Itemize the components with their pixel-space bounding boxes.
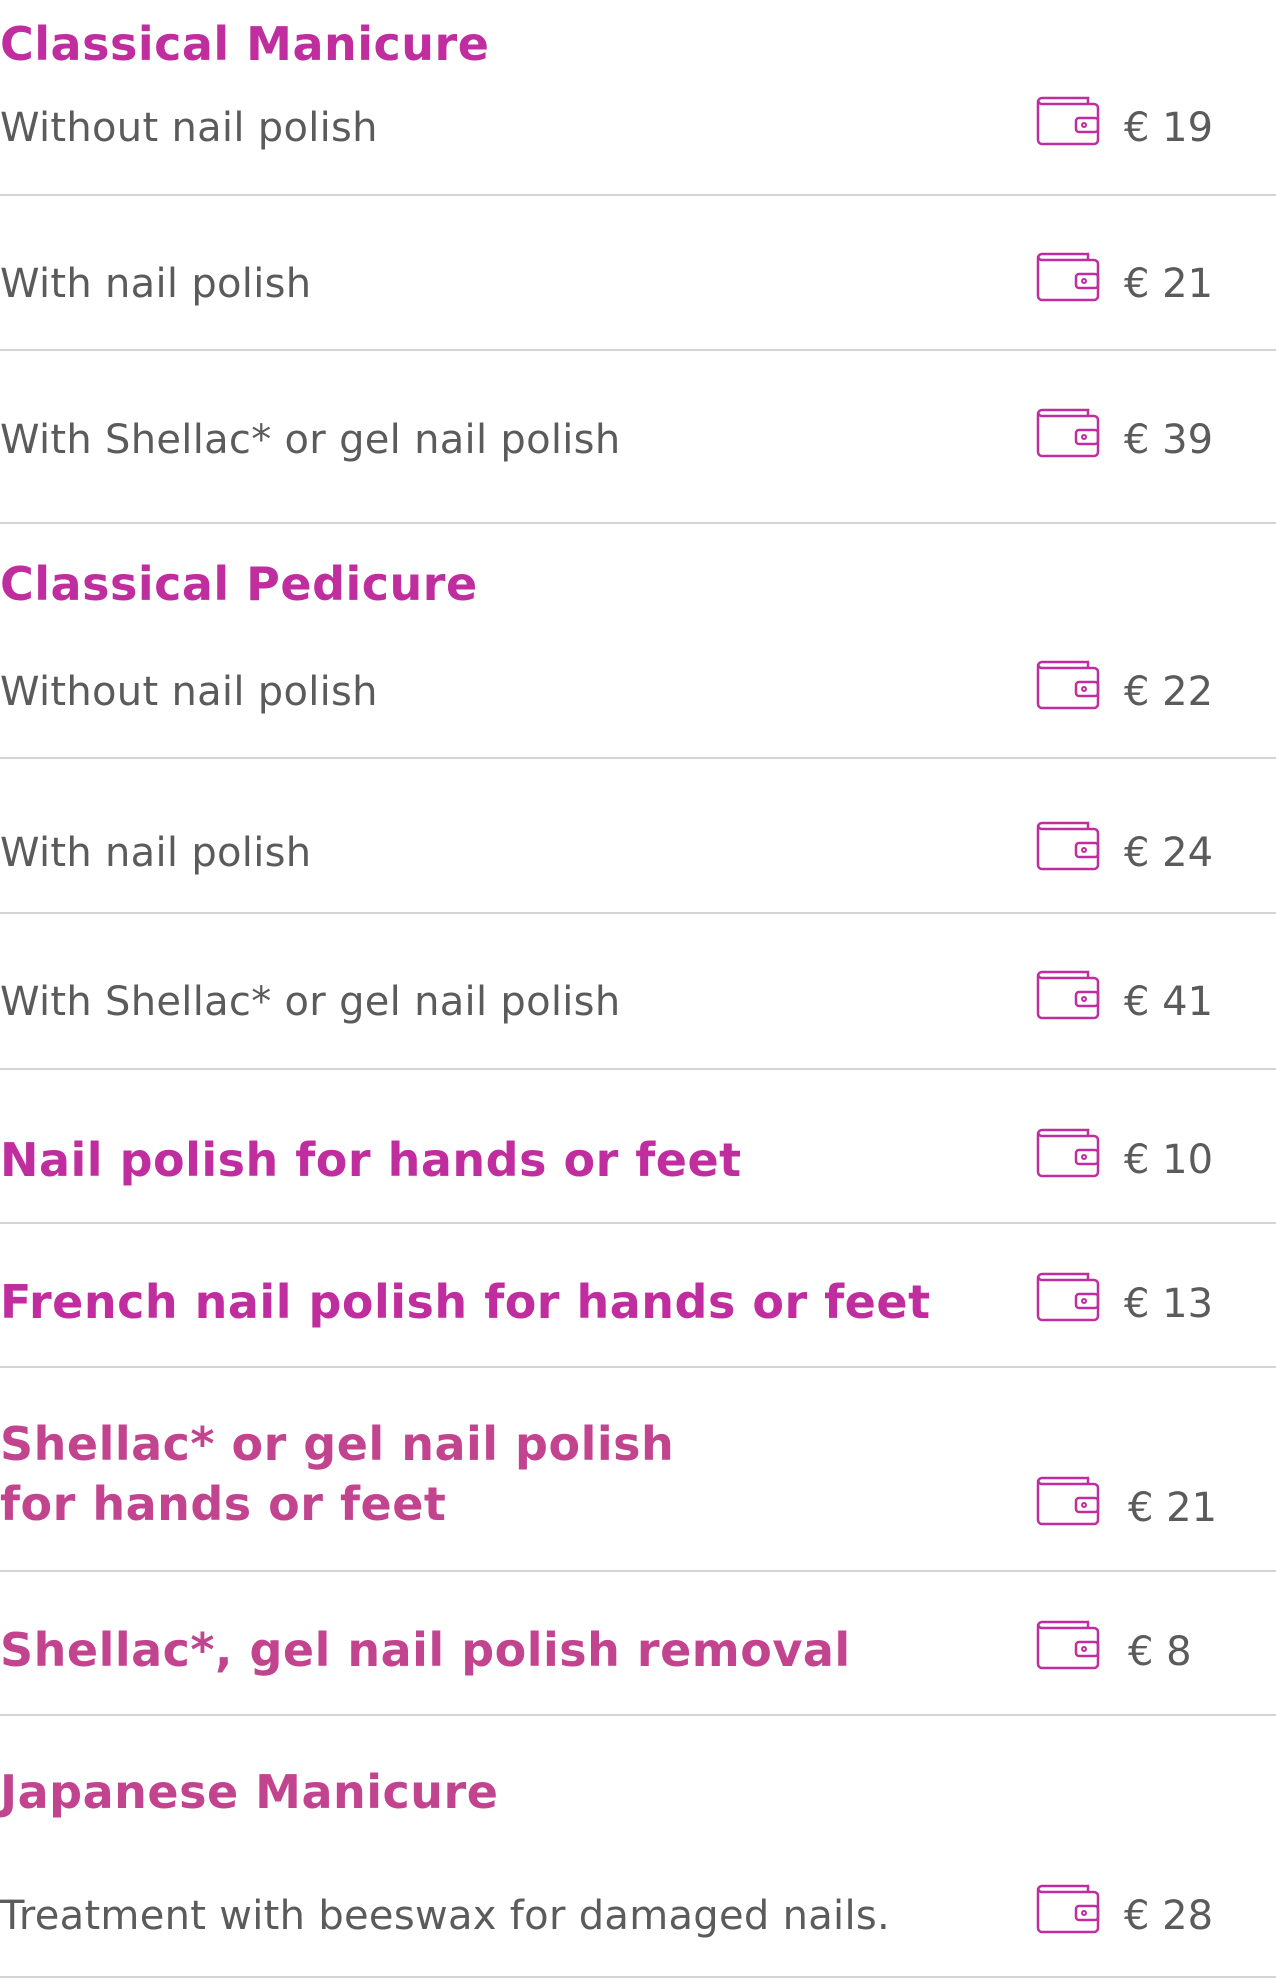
divider — [0, 1222, 1276, 1224]
service-label: Without nail polish — [0, 105, 378, 151]
wallet-icon — [1036, 1884, 1100, 1934]
service-label: With Shellac* or gel nail polish — [0, 417, 621, 463]
service-price: € 8 — [1128, 1629, 1192, 1675]
service-price: € 24 — [1124, 830, 1214, 876]
service-label: With Shellac* or gel nail polish — [0, 979, 621, 1025]
wallet-icon — [1036, 1272, 1100, 1322]
divider — [0, 1570, 1276, 1572]
wallet-icon — [1036, 821, 1100, 871]
wallet-icon — [1036, 96, 1100, 146]
divider — [0, 1366, 1276, 1368]
service-price: € 21 — [1128, 1485, 1218, 1531]
service-title-shellac-gel: Shellac* or gel nail polish for hands or… — [0, 1417, 675, 1531]
divider — [0, 349, 1276, 351]
price-list: Classical Manicure Without nail polish €… — [0, 0, 1276, 1980]
service-label: With nail polish — [0, 830, 312, 876]
divider — [0, 522, 1276, 524]
service-price: € 21 — [1124, 261, 1214, 307]
service-price: € 10 — [1124, 1137, 1214, 1183]
service-price: € 39 — [1124, 417, 1214, 463]
divider — [0, 1714, 1276, 1716]
service-title-removal: Shellac*, gel nail polish removal — [0, 1623, 851, 1677]
service-label: With nail polish — [0, 261, 312, 307]
divider — [0, 194, 1276, 196]
service-title-french-polish: French nail polish for hands or feet — [0, 1275, 931, 1329]
service-price: € 41 — [1124, 979, 1214, 1025]
wallet-icon — [1036, 1620, 1100, 1670]
wallet-icon — [1036, 970, 1100, 1020]
divider — [0, 757, 1276, 759]
service-price: € 28 — [1124, 1893, 1214, 1939]
wallet-icon — [1036, 252, 1100, 302]
service-price: € 19 — [1124, 105, 1214, 151]
section-title-japanese-manicure: Japanese Manicure — [0, 1765, 499, 1819]
service-title-nail-polish: Nail polish for hands or feet — [0, 1133, 742, 1187]
service-price: € 22 — [1124, 669, 1214, 715]
section-title-classical-pedicure: Classical Pedicure — [0, 557, 478, 611]
divider — [0, 912, 1276, 914]
section-title-classical-manicure: Classical Manicure — [0, 17, 490, 71]
divider — [0, 1068, 1276, 1070]
wallet-icon — [1036, 1128, 1100, 1178]
wallet-icon — [1036, 408, 1100, 458]
wallet-icon — [1036, 1476, 1100, 1526]
divider — [0, 1976, 1276, 1978]
service-price: € 13 — [1124, 1281, 1214, 1327]
service-label: Treatment with beeswax for damaged nails… — [0, 1893, 891, 1939]
wallet-icon — [1036, 660, 1100, 710]
service-label: Without nail polish — [0, 669, 378, 715]
